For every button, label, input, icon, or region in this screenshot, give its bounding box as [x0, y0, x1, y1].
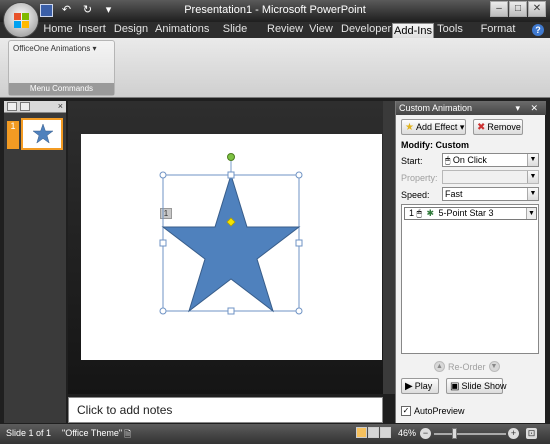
- pane-title: Custom Animation: [399, 103, 473, 113]
- property-label: Property:: [401, 173, 438, 183]
- tab-review[interactable]: Review: [267, 22, 303, 38]
- close-button[interactable]: ✕: [528, 1, 546, 17]
- slide-thumbnail[interactable]: [21, 118, 63, 150]
- slide-show-button[interactable]: ▣ Slide Show: [446, 378, 506, 394]
- fit-to-window-icon[interactable]: ⊡: [526, 428, 537, 439]
- zoom-slider[interactable]: [434, 433, 506, 435]
- ribbon-group-label: Menu Commands: [9, 83, 114, 95]
- normal-view-icon[interactable]: [356, 427, 367, 438]
- mouse-click-icon: 🖱: [445, 155, 451, 165]
- add-effect-button[interactable]: ★ Add Effect ▾: [401, 119, 466, 135]
- maximize-button[interactable]: □: [509, 1, 527, 17]
- chevron-down-icon: ▼: [527, 154, 538, 166]
- custom-animation-pane: Custom Animation ▾ ✕ ★ Add Effect ▾ ✖ Remo…: [395, 101, 546, 423]
- slide-sorter-view-icon[interactable]: [368, 427, 379, 438]
- chevron-down-icon: ▼: [527, 188, 538, 200]
- move-up-icon: ▲: [434, 361, 445, 372]
- autopreview-label: AutoPreview: [414, 406, 465, 416]
- zoom-slider-thumb[interactable]: [452, 428, 457, 439]
- mouse-click-icon: 🖱: [416, 208, 422, 218]
- star-effect-icon: ✱: [426, 208, 434, 218]
- ribbon-group-menu-commands: OfficeOne Animations ▾ Menu Commands: [8, 40, 115, 96]
- ribbon-tabs: Home Insert Design Animations Slide Show…: [0, 22, 550, 50]
- list-item[interactable]: 1 🖱 ✱ 5-Point Star 3 ▼: [404, 207, 537, 220]
- animation-order: 1: [409, 208, 415, 218]
- autopreview-checkbox[interactable]: ✓: [401, 406, 411, 416]
- help-icon[interactable]: ?: [532, 24, 544, 36]
- close-icon[interactable]: ×: [58, 101, 63, 111]
- slides-pane-tabs: ×: [4, 101, 66, 113]
- office-logo-icon: [14, 13, 29, 28]
- spell-check-icon[interactable]: 🗎: [124, 427, 131, 443]
- play-icon: ▶: [405, 380, 413, 392]
- property-select: ▼: [442, 170, 539, 184]
- start-label: Start:: [401, 156, 423, 166]
- tab-developer[interactable]: Developer: [341, 22, 391, 38]
- modify-heading: Modify: Custom: [401, 140, 469, 150]
- tab-animations[interactable]: Animations: [155, 22, 209, 38]
- slides-pane: × 1: [4, 101, 66, 423]
- pane-title-controls[interactable]: ▾ ✕: [515, 101, 542, 115]
- chevron-down-icon[interactable]: ▼: [526, 208, 536, 219]
- outline-tab-icon[interactable]: [20, 102, 30, 111]
- slides-tab-icon[interactable]: [7, 102, 17, 111]
- remove-icon: ✖: [477, 121, 486, 133]
- slide-show-icon: ▣: [450, 380, 460, 392]
- status-bar: Slide 1 of 1 "Office Theme" 🗎 46% − + ⊡: [0, 424, 550, 444]
- tab-view[interactable]: View: [307, 22, 335, 38]
- animation-name: 5-Point Star 3: [438, 208, 494, 218]
- slide-number: 1: [7, 121, 19, 149]
- zoom-level[interactable]: 46%: [398, 428, 416, 438]
- notes-placeholder: Click to add notes: [77, 403, 173, 417]
- slide-canvas[interactable]: 1: [81, 134, 382, 360]
- star-thumbnail-icon: [33, 124, 53, 144]
- move-down-icon: ▼: [488, 361, 500, 372]
- tab-design[interactable]: Design: [113, 22, 149, 38]
- zoom-in-icon[interactable]: +: [508, 428, 519, 439]
- tab-slide-show[interactable]: Slide Show: [210, 22, 260, 50]
- pane-title-bar: Custom Animation ▾ ✕: [396, 101, 546, 115]
- view-buttons: [356, 427, 391, 438]
- title-bar: ↶ ↻ ▾ Presentation1 - Microsoft PowerPoi…: [0, 0, 550, 38]
- start-select[interactable]: 🖱 On Click ▼: [442, 153, 539, 167]
- reorder-controls: ▲ Re-Order ▼: [434, 361, 500, 372]
- tab-tools[interactable]: Tools: [436, 22, 464, 38]
- animation-list[interactable]: 1 🖱 ✱ 5-Point Star 3 ▼: [401, 204, 539, 354]
- tab-add-ins[interactable]: Add-Ins: [392, 23, 434, 39]
- officeone-animations-button[interactable]: OfficeOne Animations ▾: [13, 44, 96, 53]
- theme-name: "Office Theme": [62, 428, 123, 438]
- notes-pane[interactable]: Click to add notes: [68, 397, 383, 423]
- chevron-down-icon: ▼: [527, 171, 538, 183]
- tab-home[interactable]: Home: [40, 22, 76, 38]
- speed-select[interactable]: Fast ▼: [442, 187, 539, 201]
- zoom-out-icon[interactable]: −: [420, 428, 431, 439]
- slide-editing-area: 1: [68, 101, 395, 394]
- speed-label: Speed:: [401, 190, 430, 200]
- window-title: Presentation1 - Microsoft PowerPoint: [184, 4, 366, 16]
- slide-info: Slide 1 of 1: [6, 428, 52, 438]
- tab-insert[interactable]: Insert: [77, 22, 107, 38]
- slide-show-view-icon[interactable]: [380, 427, 391, 438]
- reorder-label: Re-Order: [448, 361, 486, 372]
- tab-format[interactable]: Format: [480, 22, 516, 38]
- ribbon: OfficeOne Animations ▾ Menu Commands: [0, 38, 550, 98]
- office-button[interactable]: [3, 2, 39, 38]
- star-shape[interactable]: [159, 151, 303, 315]
- play-button[interactable]: ▶ Play: [401, 378, 439, 394]
- autopreview-row: ✓ AutoPreview: [401, 406, 465, 416]
- star-effect-icon: ★: [405, 121, 414, 133]
- window-controls: – □ ✕: [490, 1, 546, 17]
- minimize-button[interactable]: –: [490, 1, 508, 17]
- rotate-handle[interactable]: [227, 153, 235, 161]
- remove-button[interactable]: ✖ Remove: [473, 119, 523, 135]
- vertical-scrollbar[interactable]: [383, 101, 395, 394]
